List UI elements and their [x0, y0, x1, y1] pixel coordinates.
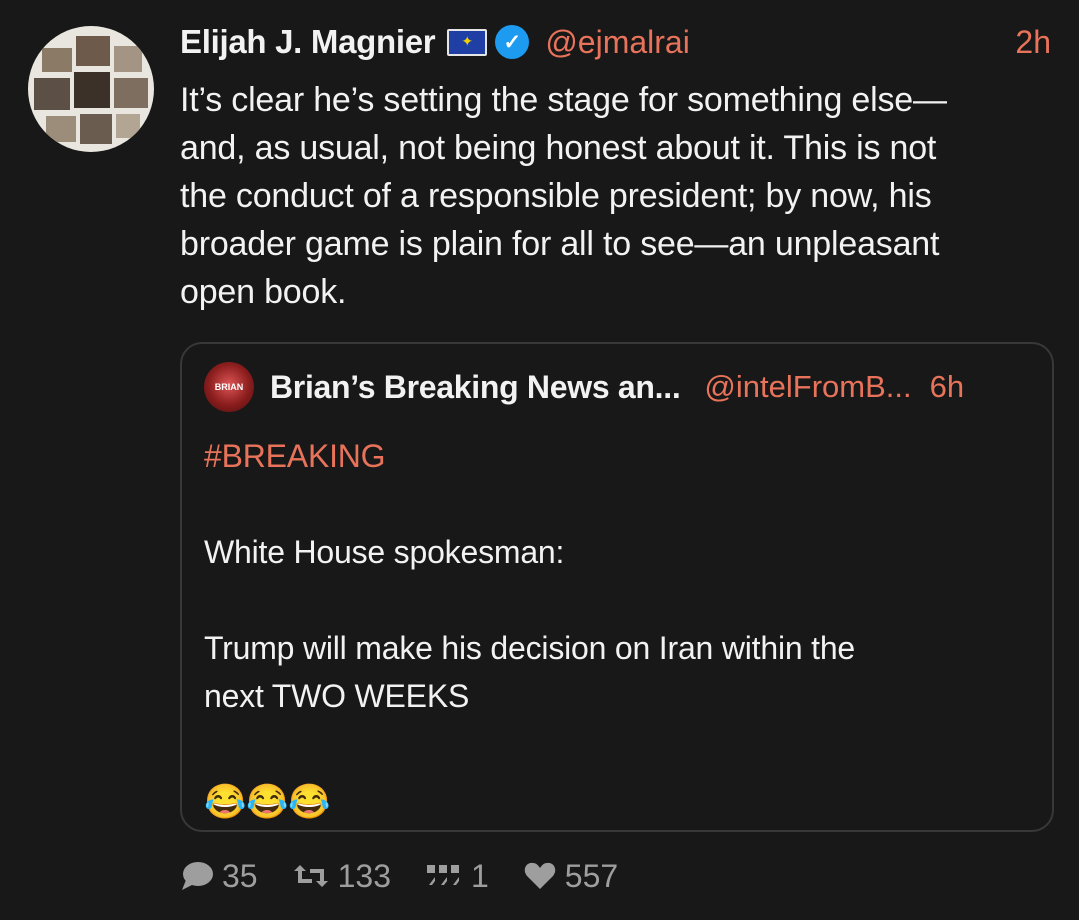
quoted-text-line: next TWO WEEKS — [204, 678, 470, 714]
post-text-line: the conduct of a responsible president; … — [180, 177, 932, 215]
eu-flag-icon — [447, 28, 488, 56]
post-text-line: broader game is plain for all to see—an … — [180, 225, 940, 263]
hashtag-link[interactable]: #BREAKING — [204, 432, 1024, 480]
repost-icon — [293, 865, 328, 887]
verified-badge-icon: ✓ — [495, 25, 530, 59]
quoted-post-header: BRIAN Brian’s Breaking News an... @intel… — [204, 362, 1030, 412]
repost-count: 133 — [337, 857, 391, 894]
quoted-text-line: White House spokesman: — [204, 534, 565, 570]
laughing-emoji-icons: 😂😂😂 — [204, 783, 331, 821]
quoted-author-handle: @intelFromB... — [704, 369, 912, 404]
post-time[interactable]: 2h — [1015, 24, 1051, 61]
repost-button[interactable]: 133 — [292, 858, 391, 895]
quote-count: 1 — [470, 857, 489, 894]
author-name[interactable]: Elijah J. Magnier — [180, 23, 436, 61]
author-avatar[interactable] — [28, 26, 154, 152]
quoted-post-time: 6h — [929, 369, 965, 404]
comment-icon — [182, 862, 213, 890]
like-count: 557 — [564, 857, 619, 894]
post-text: It’s clear he’s setting the stage for so… — [180, 76, 1040, 316]
reply-count: 35 — [222, 857, 258, 894]
reply-button[interactable]: 35 — [180, 858, 258, 895]
quoted-author-name: Brian’s Breaking News an... — [270, 368, 681, 405]
quoted-author-avatar: BRIAN — [204, 362, 254, 412]
post-text-line: open book. — [180, 273, 347, 311]
like-button[interactable]: 557 — [523, 858, 618, 895]
quote-button[interactable]: 1 — [425, 858, 489, 895]
quote-icon — [426, 865, 459, 885]
post-text-line: It’s clear he’s setting the stage for so… — [180, 81, 947, 119]
post-header: Elijah J. Magnier ✓ @ejmalrai 2h — [180, 20, 1051, 64]
post-text-line: and, as usual, not being honest about it… — [180, 129, 937, 167]
action-bar: 35 133 1 557 — [180, 852, 652, 900]
author-handle[interactable]: @ejmalrai — [545, 24, 690, 61]
quoted-post-text: #BREAKING White House spokesman: Trump w… — [204, 432, 1024, 826]
quoted-post[interactable]: BRIAN Brian’s Breaking News an... @intel… — [180, 342, 1054, 832]
quoted-text-line: Trump will make his decision on Iran wit… — [204, 630, 856, 666]
heart-icon — [524, 862, 556, 889]
